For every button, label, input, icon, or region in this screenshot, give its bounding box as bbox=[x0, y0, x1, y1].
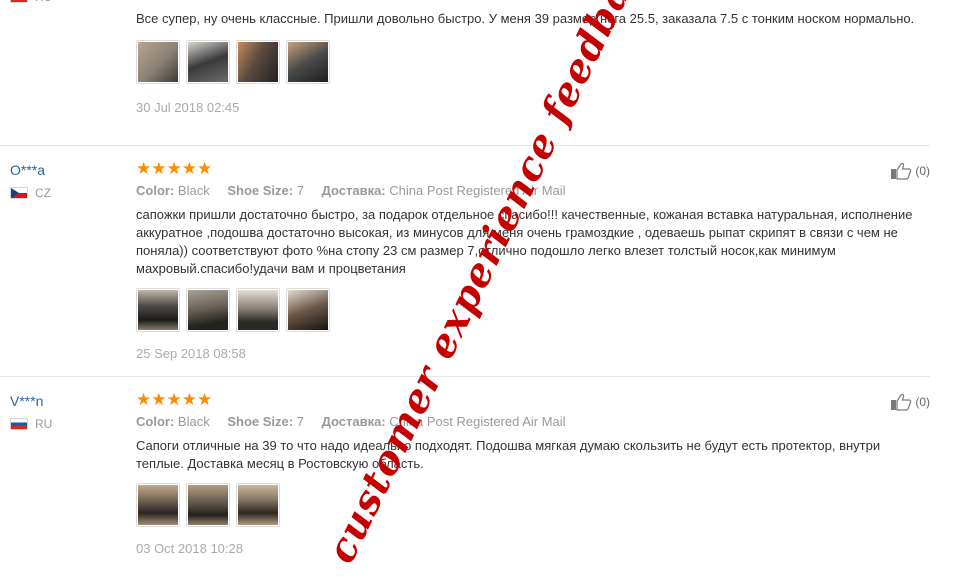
size-label: Shoe Size: bbox=[227, 183, 294, 198]
photo-thumbnail[interactable] bbox=[136, 483, 180, 527]
photo-thumbnail[interactable] bbox=[186, 483, 230, 527]
photo-thumbnail[interactable] bbox=[186, 288, 230, 332]
review-date: 25 Sep 2018 08:58 bbox=[136, 346, 246, 361]
user-country: CZ bbox=[10, 186, 120, 200]
country-code: CZ bbox=[35, 186, 51, 200]
flag-icon bbox=[10, 187, 28, 199]
user-name[interactable]: V***n bbox=[10, 391, 120, 411]
helpful-count: (0) bbox=[915, 164, 930, 178]
photo-thumbnail[interactable] bbox=[136, 40, 180, 84]
size-value: 7 bbox=[296, 183, 304, 198]
review-item: RU Все супер, ну очень классные. Пришли … bbox=[0, 0, 930, 145]
user-country: RU bbox=[10, 417, 120, 431]
review-date: 03 Oct 2018 10:28 bbox=[136, 541, 243, 556]
size-value: 7 bbox=[296, 414, 304, 429]
review-photos bbox=[136, 483, 926, 527]
helpful-button[interactable]: (0) bbox=[890, 393, 930, 411]
helpful-button[interactable]: (0) bbox=[890, 162, 930, 180]
star-rating: ★★★★★ bbox=[136, 390, 213, 409]
photo-thumbnail[interactable] bbox=[186, 40, 230, 84]
review-item: V***n RU ★★★★★ Color: Black Shoe Size: 7… bbox=[0, 376, 930, 577]
review-content: ★★★★★ Color: Black Shoe Size: 7 Доставка… bbox=[136, 377, 926, 558]
delivery-label: Доставка: bbox=[321, 183, 386, 198]
photo-thumbnail[interactable] bbox=[286, 288, 330, 332]
user-country: RU bbox=[10, 0, 120, 4]
helpful-count: (0) bbox=[915, 395, 930, 409]
flag-icon bbox=[10, 418, 28, 430]
review-photos bbox=[136, 288, 926, 332]
review-user: O***a CZ bbox=[10, 160, 120, 200]
review-content: Все супер, ну очень классные. Пришли дов… bbox=[136, 0, 926, 117]
thumbs-up-icon bbox=[891, 162, 912, 180]
review-photos bbox=[136, 40, 926, 84]
review-user: RU bbox=[10, 0, 120, 4]
review-text: Все супер, ну очень классные. Пришли дов… bbox=[136, 11, 915, 26]
user-name[interactable]: O***a bbox=[10, 160, 120, 180]
color-label: Color: bbox=[136, 414, 175, 429]
flag-icon bbox=[10, 0, 28, 3]
photo-thumbnail[interactable] bbox=[136, 288, 180, 332]
review-text: Сапоги отличные на 39 то что надо идеаль… bbox=[136, 438, 881, 471]
color-value: Black bbox=[177, 414, 210, 429]
color-value: Black bbox=[177, 183, 210, 198]
country-code: RU bbox=[35, 417, 53, 431]
review-user: V***n RU bbox=[10, 391, 120, 431]
review-meta: Color: Black Shoe Size: 7 Доставка: Chin… bbox=[136, 413, 926, 431]
photo-thumbnail[interactable] bbox=[286, 40, 330, 84]
thumbs-up-icon bbox=[891, 393, 912, 411]
color-label: Color: bbox=[136, 183, 175, 198]
photo-thumbnail[interactable] bbox=[236, 40, 280, 84]
photo-thumbnail[interactable] bbox=[236, 288, 280, 332]
delivery-label: Доставка: bbox=[321, 414, 386, 429]
size-label: Shoe Size: bbox=[227, 414, 294, 429]
photo-thumbnail[interactable] bbox=[236, 483, 280, 527]
